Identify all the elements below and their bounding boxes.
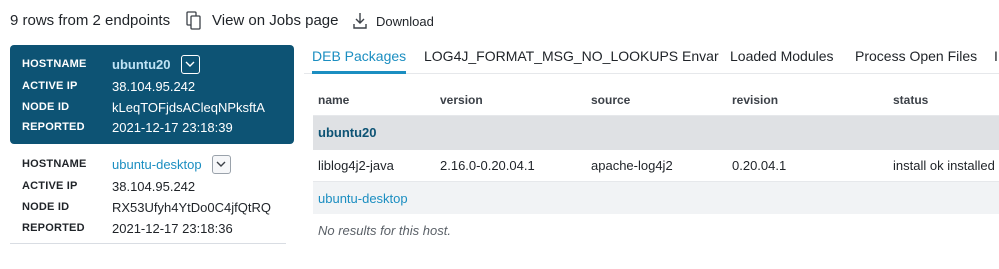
host-card-ubuntu-desktop[interactable]: HOSTNAME ubuntu-desktop ACTIVE IP 38.104… [10, 148, 286, 244]
active-tab-indicator [312, 71, 406, 74]
active-ip-value: 38.104.95.242 [112, 178, 196, 194]
hostname-value[interactable]: ubuntu20 [112, 57, 171, 72]
hostname-label: HOSTNAME [22, 158, 87, 170]
tab-overflow[interactable]: I [994, 48, 998, 64]
cell-source: apache-log4j2 [591, 158, 673, 173]
column-header-status[interactable]: status [893, 93, 928, 107]
download-icon [353, 13, 367, 29]
empty-results-text: No results for this host. [318, 223, 451, 238]
tab-loaded-modules[interactable]: Loaded Modules [730, 48, 834, 64]
results-toolbar: 9 rows from 2 endpoints View on Jobs pag… [0, 0, 999, 44]
reported-value: 2021-12-17 23:18:36 [112, 220, 233, 236]
active-ip-value: 38.104.95.242 [112, 78, 196, 94]
active-ip-label: ACTIVE IP [22, 180, 78, 192]
tab-deb-packages[interactable]: DEB Packages [312, 48, 406, 64]
host-group-row: ubuntu-desktop [313, 182, 999, 214]
node-id-label: NODE ID [22, 101, 70, 113]
host-group-row: ubuntu20 [313, 116, 999, 150]
view-on-jobs-link[interactable]: View on Jobs page [212, 12, 338, 29]
tab-process-open-files[interactable]: Process Open Files [855, 48, 977, 64]
cell-status: install ok installed [893, 158, 995, 173]
node-id-label: NODE ID [22, 201, 70, 213]
download-label: Download [376, 13, 434, 29]
node-id-value: kLeqTOFjdsACleqNPksftA [112, 99, 265, 115]
cell-name: liblog4j2-java [318, 158, 394, 173]
rows-summary: 9 rows from 2 endpoints [10, 12, 171, 29]
column-header-version[interactable]: version [440, 93, 483, 107]
empty-results-row: No results for this host. [313, 214, 999, 246]
download-button[interactable]: Download [352, 12, 434, 30]
host-menu-button[interactable] [211, 154, 231, 174]
reported-value: 2021-12-17 23:18:39 [112, 119, 233, 135]
column-header-revision[interactable]: revision [732, 93, 778, 107]
hostname-value[interactable]: ubuntu-desktop [112, 157, 202, 172]
chevron-down-icon [185, 61, 195, 67]
table-header: name version source revision status [313, 84, 999, 116]
results-tabs: DEB Packages LOG4J_FORMAT_MSG_NO_LOOKUPS… [304, 44, 999, 74]
group-host-label[interactable]: ubuntu-desktop [318, 191, 408, 206]
tab-log4j-envar[interactable]: LOG4J_FORMAT_MSG_NO_LOOKUPS Envar [424, 48, 719, 64]
host-menu-button[interactable] [180, 54, 200, 74]
column-header-source[interactable]: source [591, 93, 630, 107]
reported-label: REPORTED [22, 222, 85, 234]
reported-label: REPORTED [22, 121, 85, 133]
hostname-label: HOSTNAME [22, 58, 87, 70]
copy-icon[interactable] [186, 11, 202, 31]
node-id-value: RX53Ufyh4YtDo0C4jfQtRQ [112, 199, 271, 215]
chevron-down-icon [216, 161, 226, 167]
active-ip-label: ACTIVE IP [22, 80, 78, 92]
host-list: HOSTNAME ubuntu20 ACTIVE IP 38.104.95.24… [10, 45, 294, 244]
host-card-ubuntu20[interactable]: HOSTNAME ubuntu20 ACTIVE IP 38.104.95.24… [10, 45, 294, 144]
cell-version: 2.16.0-0.20.04.1 [440, 158, 535, 173]
table-row[interactable]: liblog4j2-java 2.16.0-0.20.04.1 apache-l… [313, 150, 999, 182]
cell-revision: 0.20.04.1 [732, 158, 787, 173]
group-host-label: ubuntu20 [318, 125, 377, 140]
results-table: name version source revision status ubun… [313, 84, 999, 246]
column-header-name[interactable]: name [318, 93, 349, 107]
